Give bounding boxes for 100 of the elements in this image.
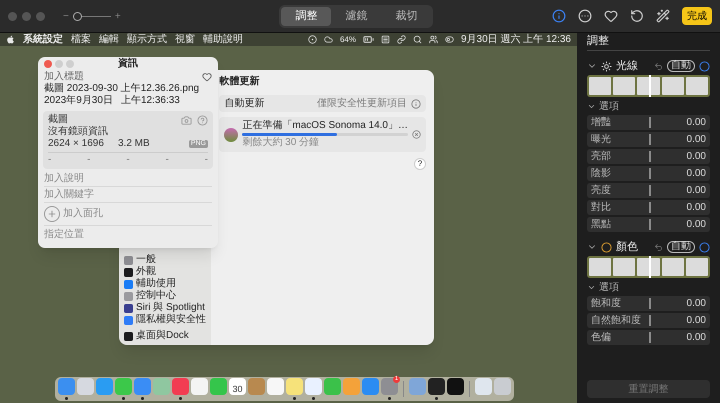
sonoma-icon [224, 128, 238, 142]
adjustment-slider[interactable]: 亮度 0.00 [587, 183, 710, 198]
slider-value: 0.00 [686, 134, 706, 144]
auto-button[interactable]: 自動 [667, 241, 695, 253]
thumbnail [686, 77, 708, 95]
link-icon[interactable] [396, 35, 406, 44]
slider-value: 0.00 [686, 220, 706, 230]
app-icon[interactable] [447, 378, 464, 395]
adjustment-slider[interactable]: 增豔 0.00 [587, 115, 710, 130]
slider-label: 增豔 [591, 118, 611, 128]
exif-value: - [48, 154, 52, 166]
close-button[interactable] [44, 60, 52, 68]
adjustment-slider[interactable]: 亮部 0.00 [587, 149, 710, 164]
toggle-circle-icon[interactable] [699, 60, 710, 72]
search-icon[interactable] [412, 35, 422, 44]
menu-item[interactable]: 視窗 [175, 34, 195, 44]
menu-item[interactable]: 編輯 [99, 34, 119, 44]
sidebar-item[interactable]: 一般 [136, 254, 156, 266]
slider-value: 0.00 [686, 152, 706, 162]
slider-value: 0.00 [686, 316, 706, 326]
zoom-in-button[interactable]: + [114, 8, 121, 24]
done-button[interactable]: 完成 [682, 7, 712, 25]
cancel-icon[interactable] [412, 130, 421, 139]
thumbnail [589, 77, 612, 95]
zoom-slider[interactable] [72, 12, 111, 20]
cloud-icon[interactable] [324, 35, 333, 44]
options-label: 選項 [599, 100, 619, 114]
sidebar-item[interactable]: Siri 與 Spotlight [136, 302, 205, 314]
adjustment-slider[interactable]: 色偏 0.00 [587, 330, 710, 345]
control-center-icon[interactable] [444, 35, 454, 44]
adjustment-slider[interactable]: 曝光 0.00 [587, 132, 710, 147]
file-name: 截圖 2023-09-30 上午12.36.26.png [43, 83, 200, 94]
thumbnail [613, 77, 636, 95]
adjustment-slider[interactable]: 陰影 0.00 [587, 166, 710, 181]
sidebar-item[interactable]: 外觀 [136, 266, 156, 278]
edit-tab[interactable]: 調整 [281, 6, 332, 26]
exif-value: - [165, 154, 169, 166]
sidebar-item[interactable]: 隱私權與安全性 [136, 314, 206, 326]
sidebar-item[interactable]: 控制中心 [136, 290, 176, 302]
toggle-circle-icon[interactable] [699, 242, 710, 252]
users-icon[interactable] [428, 35, 438, 44]
window-title: 資訊 [118, 58, 138, 70]
sidebar-item[interactable]: 桌面與Dock [136, 330, 189, 342]
menu-item[interactable]: 檔案 [71, 34, 91, 44]
app-icon[interactable] [428, 378, 445, 395]
input-menu-icon[interactable] [380, 35, 390, 44]
circle-icon [601, 242, 612, 252]
apple-icon[interactable] [6, 35, 15, 44]
capture-time: 上午12:36:33 [120, 95, 180, 107]
keywords-field[interactable]: 加入關鍵字 [44, 187, 212, 203]
slider-label: 黑點 [591, 220, 611, 230]
slider-value: 0.00 [686, 186, 706, 196]
menu-item[interactable]: 輔助說明 [203, 34, 243, 44]
adjustment-slider[interactable]: 飽和度 0.00 [587, 296, 710, 311]
thumbnail [662, 77, 684, 95]
file-size: 3.2 MB [118, 138, 151, 150]
heart-icon[interactable] [604, 9, 618, 23]
capture-date: 2023年9月30日 [44, 95, 113, 107]
adjustment-slider[interactable]: 對比 0.00 [587, 200, 710, 215]
help-button[interactable]: ? [414, 158, 426, 170]
auto-update-value[interactable]: 僅限安全性更新項目 [317, 98, 407, 110]
slider-value: 0.00 [686, 202, 706, 212]
rotate-icon[interactable] [630, 9, 644, 23]
calendar-app-icon[interactable]: 30 [229, 378, 246, 395]
menu-item[interactable]: 系統設定 [23, 34, 63, 44]
auto-button[interactable]: 自動 [667, 60, 695, 72]
adjustment-slider[interactable]: 自然飽和度 0.00 [587, 313, 710, 328]
slider-label: 自然飽和度 [591, 316, 641, 326]
adjustment-slider[interactable]: 黑點 0.00 [587, 217, 710, 232]
info-icon[interactable] [552, 9, 566, 23]
media-kind: 截圖 [48, 114, 68, 126]
more-icon[interactable] [578, 9, 592, 23]
undo-icon[interactable] [654, 62, 663, 70]
thumbnail [686, 258, 708, 276]
title-field[interactable]: 加入標題 [44, 71, 164, 83]
panel-title: 調整 [587, 33, 710, 51]
pane-title: 軟體更新 [219, 76, 260, 88]
plus-icon [47, 209, 57, 219]
section-title: 光線 [616, 58, 638, 74]
zoom-out-button[interactable]: − [63, 8, 69, 24]
slider-label: 陰影 [591, 168, 611, 178]
slider-label: 亮度 [591, 186, 611, 196]
edit-tab[interactable]: 裁切 [381, 6, 432, 26]
favorite-icon[interactable] [202, 72, 212, 82]
battery-icon[interactable] [362, 34, 374, 45]
info-icon[interactable] [411, 98, 421, 108]
time-remaining: 剩餘大約 30 分鐘 [242, 137, 320, 149]
caption-field[interactable]: 加入說明 [44, 171, 212, 187]
slider-label: 飽和度 [591, 298, 621, 308]
sidebar-item[interactable]: 輔助使用 [136, 278, 176, 290]
question-icon [197, 114, 208, 126]
auto-update-label: 自動更新 [224, 98, 264, 110]
undo-icon[interactable] [654, 242, 663, 252]
record-icon[interactable] [308, 35, 317, 44]
edit-tab[interactable]: 濾鏡 [331, 6, 382, 26]
strip-handle [648, 75, 650, 97]
menu-item[interactable]: 顯示方式 [127, 34, 167, 44]
sun-icon [601, 60, 612, 72]
lens-info: 沒有鏡頭資訊 [48, 126, 109, 138]
magic-wand-icon[interactable] [656, 9, 670, 23]
